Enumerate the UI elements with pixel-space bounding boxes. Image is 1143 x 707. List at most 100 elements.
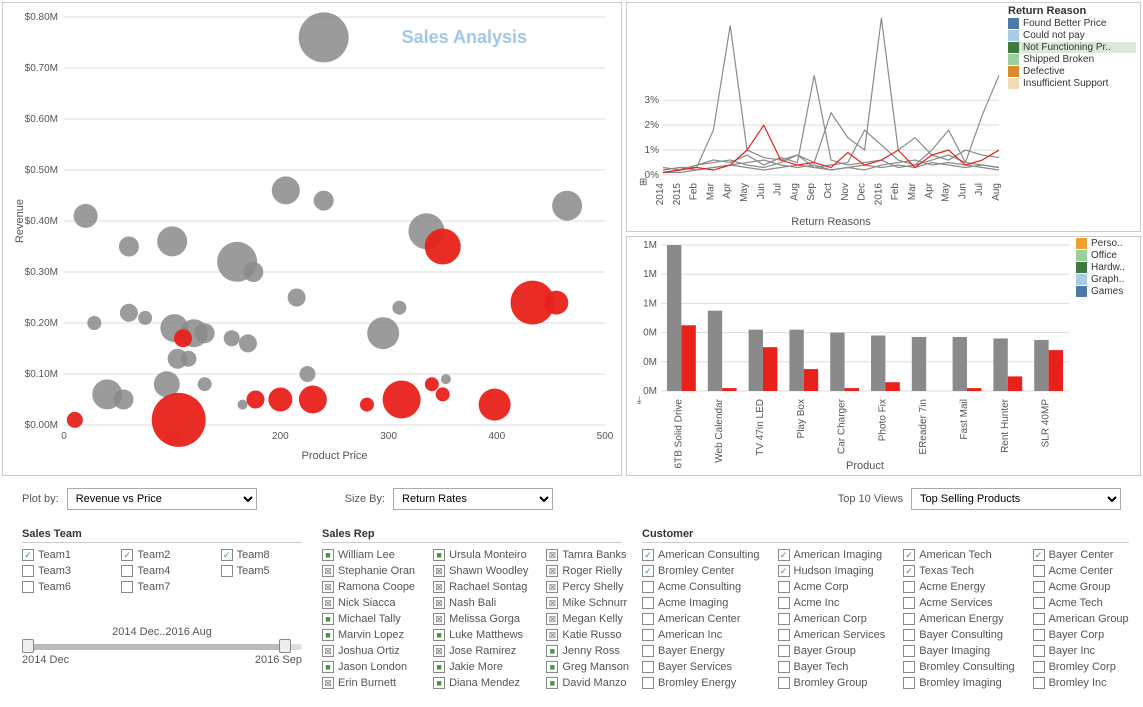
date-slider-handle-max[interactable] xyxy=(279,639,291,653)
customer-checkbox[interactable]: ✓Hudson Imaging xyxy=(778,564,886,578)
rep-checkbox[interactable]: ⊠Erin Burnett xyxy=(322,676,415,690)
size-by-select[interactable]: Return Rates xyxy=(393,488,553,510)
rep-checkbox[interactable]: ■Marvin Lopez xyxy=(322,628,415,642)
customer-checkbox[interactable]: ✓American Imaging xyxy=(778,548,886,562)
checkbox-label: Jose Ramirez xyxy=(449,645,516,657)
rep-checkbox[interactable]: ■Ursula Monteiro xyxy=(433,548,528,562)
rep-checkbox[interactable]: ⊠Rachael Sontag xyxy=(433,580,528,594)
customer-checkbox[interactable]: Acme Inc xyxy=(778,596,886,610)
team-checkbox[interactable]: ✓Team2 xyxy=(121,548,202,562)
rep-checkbox[interactable]: ⊠Katie Russo xyxy=(546,628,629,642)
rep-checkbox[interactable]: ⊠Jose Ramirez xyxy=(433,644,528,658)
team-checkbox[interactable]: ✓Team8 xyxy=(221,548,302,562)
rep-checkbox[interactable]: ■Michael Tally xyxy=(322,612,415,626)
rep-checkbox[interactable]: ■Greg Manson xyxy=(546,660,629,674)
customer-checkbox[interactable]: Bromley Inc xyxy=(1033,676,1129,690)
rep-checkbox[interactable]: ■Jenny Ross xyxy=(546,644,629,658)
scatter-chart[interactable]: $0.00M$0.10M$0.20M$0.30M$0.40M$0.50M$0.6… xyxy=(9,7,617,465)
legend-item[interactable]: Perso.. xyxy=(1076,238,1136,249)
customer-checkbox[interactable]: Acme Group xyxy=(1033,580,1129,594)
customer-checkbox[interactable]: Bayer Inc xyxy=(1033,644,1129,658)
rep-checkbox[interactable]: ■William Lee xyxy=(322,548,415,562)
rep-checkbox[interactable]: ⊠Melissa Gorga xyxy=(433,612,528,626)
rep-checkbox[interactable]: ⊠Roger Rielly xyxy=(546,564,629,578)
customer-checkbox[interactable]: ✓Bromley Center xyxy=(642,564,760,578)
date-slider[interactable]: 2014 Dec..2016 Aug 2014 Dec 2016 Sep xyxy=(22,626,302,666)
rep-checkbox[interactable]: ■Luke Matthews xyxy=(433,628,528,642)
customer-checkbox[interactable]: ✓American Tech xyxy=(903,548,1014,562)
customer-checkbox[interactable]: ✓Texas Tech xyxy=(903,564,1014,578)
legend-item[interactable]: Insufficient Support xyxy=(1008,78,1136,89)
rep-checkbox[interactable]: ⊠Joshua Ortiz xyxy=(322,644,415,658)
customer-checkbox[interactable]: ✓American Consulting xyxy=(642,548,760,562)
rep-checkbox[interactable]: ■Jason London xyxy=(322,660,415,674)
returns-line-chart[interactable]: 0%1%2%3%20142015FebMarAprMayJunJulAugSep… xyxy=(633,7,1003,229)
rep-checkbox[interactable]: ⊠Stephanie Oran xyxy=(322,564,415,578)
legend-item[interactable]: Could not pay xyxy=(1008,30,1136,41)
rep-checkbox[interactable]: ⊠Ramona Coope xyxy=(322,580,415,594)
checkbox-icon: ■ xyxy=(433,629,445,641)
customer-checkbox[interactable]: Bromley Energy xyxy=(642,676,760,690)
legend-item[interactable]: Defective xyxy=(1008,66,1136,77)
checkbox-label: Hudson Imaging xyxy=(794,565,874,577)
team-checkbox[interactable]: Team3 xyxy=(22,564,103,578)
rep-checkbox[interactable]: ■Diana Mendez xyxy=(433,676,528,690)
customer-checkbox[interactable]: ✓Bayer Center xyxy=(1033,548,1129,562)
checkbox-icon: ■ xyxy=(322,549,334,561)
rep-checkbox[interactable]: ⊠Nick Siacca xyxy=(322,596,415,610)
rep-checkbox[interactable]: ⊠Mike Schnurr xyxy=(546,596,629,610)
rep-checkbox[interactable]: ⊠Nash Bali xyxy=(433,596,528,610)
customer-checkbox[interactable]: Acme Consulting xyxy=(642,580,760,594)
rep-checkbox[interactable]: ⊠Shawn Woodley xyxy=(433,564,528,578)
customer-checkbox[interactable]: Acme Tech xyxy=(1033,596,1129,610)
rep-checkbox[interactable]: ■David Manzo xyxy=(546,676,629,690)
legend-item[interactable]: Not Functioning Pr.. xyxy=(1008,42,1136,53)
customer-checkbox[interactable]: Bayer Group xyxy=(778,644,886,658)
customer-checkbox[interactable]: American Corp xyxy=(778,612,886,626)
svg-text:Photo Fix: Photo Fix xyxy=(877,399,888,441)
customer-checkbox[interactable]: American Group xyxy=(1033,612,1129,626)
team-checkbox[interactable]: Team5 xyxy=(221,564,302,578)
plot-by-select[interactable]: Revenue vs Price xyxy=(67,488,257,510)
top-products-bar-chart[interactable]: 0M0M0M1M1M1M6TB Solid DriveWeb CalendarT… xyxy=(633,241,1073,473)
legend-item[interactable]: Office xyxy=(1076,250,1136,261)
date-slider-handle-min[interactable] xyxy=(22,639,34,653)
customer-checkbox[interactable]: American Inc xyxy=(642,628,760,642)
legend-item[interactable]: Shipped Broken xyxy=(1008,54,1136,65)
customer-checkbox[interactable]: Acme Energy xyxy=(903,580,1014,594)
svg-text:1M: 1M xyxy=(643,241,657,251)
customer-checkbox[interactable]: Acme Center xyxy=(1033,564,1129,578)
svg-text:Sales Analysis: Sales Analysis xyxy=(402,27,527,47)
customer-checkbox[interactable]: Bayer Consulting xyxy=(903,628,1014,642)
team-checkbox[interactable]: ✓Team1 xyxy=(22,548,103,562)
customer-checkbox[interactable]: American Center xyxy=(642,612,760,626)
legend-item[interactable]: Found Better Price xyxy=(1008,18,1136,29)
legend-item[interactable]: Graph.. xyxy=(1076,274,1136,285)
rep-checkbox[interactable]: ⊠Tamra Banks xyxy=(546,548,629,562)
customer-checkbox[interactable]: Bayer Corp xyxy=(1033,628,1129,642)
rep-checkbox[interactable]: ⊠Percy Shelly xyxy=(546,580,629,594)
team-checkbox[interactable]: Team6 xyxy=(22,580,103,594)
customer-checkbox[interactable]: Bromley Consulting xyxy=(903,660,1014,674)
customer-checkbox[interactable]: Bromley Corp xyxy=(1033,660,1129,674)
rep-checkbox[interactable]: ■Jakie More xyxy=(433,660,528,674)
customer-checkbox[interactable]: Acme Imaging xyxy=(642,596,760,610)
top10-select[interactable]: Top Selling Products xyxy=(911,488,1121,510)
rep-checkbox[interactable]: ⊠Megan Kelly xyxy=(546,612,629,626)
customer-checkbox[interactable]: Bayer Imaging xyxy=(903,644,1014,658)
team-checkbox[interactable]: Team7 xyxy=(121,580,202,594)
customer-checkbox[interactable]: Bayer Services xyxy=(642,660,760,674)
team-checkbox[interactable]: Team4 xyxy=(121,564,202,578)
customer-checkbox[interactable]: Bayer Tech xyxy=(778,660,886,674)
customer-checkbox[interactable]: Bromley Imaging xyxy=(903,676,1014,690)
customer-checkbox[interactable]: Bayer Energy xyxy=(642,644,760,658)
svg-text:$0.70M: $0.70M xyxy=(25,63,58,74)
customer-checkbox[interactable]: American Energy xyxy=(903,612,1014,626)
customer-checkbox[interactable]: Acme Corp xyxy=(778,580,886,594)
customer-checkbox[interactable]: American Services xyxy=(778,628,886,642)
customer-checkbox[interactable]: Acme Services xyxy=(903,596,1014,610)
customer-checkbox[interactable]: Bromley Group xyxy=(778,676,886,690)
checkbox-label: Bayer Inc xyxy=(1049,645,1095,657)
legend-item[interactable]: Hardw.. xyxy=(1076,262,1136,273)
legend-item[interactable]: Games xyxy=(1076,286,1136,297)
